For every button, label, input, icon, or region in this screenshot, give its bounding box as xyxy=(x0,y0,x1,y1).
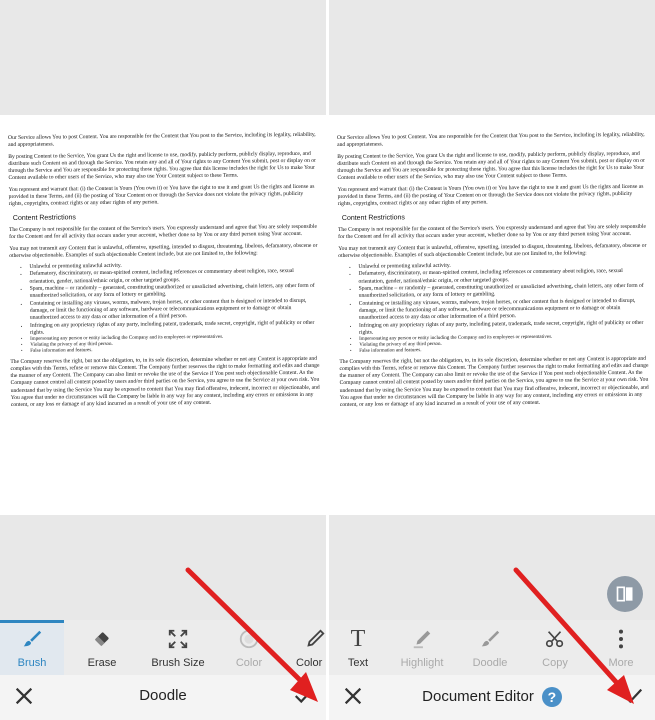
doc-list: Unlawful or promoting unlawful activity.… xyxy=(21,261,320,354)
tool-brush[interactable]: Brush xyxy=(0,620,64,675)
tool-label: Brush Size xyxy=(151,657,205,669)
document-page: Our Service allows You to post Content. … xyxy=(0,115,326,515)
page-title-row: Document Editor? xyxy=(329,687,655,707)
help-icon[interactable]: ? xyxy=(541,687,562,707)
tool-highlight[interactable]: Highlight xyxy=(387,620,457,675)
page-view-icon xyxy=(616,586,633,602)
doc-paragraph: The Company reserves the right, but not … xyxy=(339,355,649,409)
color-icon xyxy=(238,627,260,651)
list-item: Containing or installing any viruses, wo… xyxy=(359,297,649,322)
tool-label: Color xyxy=(235,657,263,669)
tool-brush-size[interactable]: Brush Size xyxy=(140,620,216,675)
tool-label: Erase xyxy=(87,657,117,669)
tool-label: Text xyxy=(347,657,369,669)
tool-erase[interactable]: Erase xyxy=(64,620,140,675)
document-page: Our Service allows You to post Content. … xyxy=(329,115,655,515)
document-text: Our Service allows You to post Content. … xyxy=(337,132,650,414)
doc-paragraph: You may not transmit any Content that is… xyxy=(338,242,647,259)
tool-label: Doodle xyxy=(472,657,508,669)
doc-paragraph: The Company is not responsible for the c… xyxy=(337,223,646,241)
highlight-icon xyxy=(411,627,433,651)
document-editor-panel: Our Service allows You to post Content. … xyxy=(329,0,655,720)
doodle-panel: Our Service allows You to post Content. … xyxy=(0,0,326,720)
tool-color[interactable]: Color xyxy=(216,620,282,675)
tool-label: Copy xyxy=(542,657,568,669)
page-view-button[interactable] xyxy=(607,576,643,612)
doc-paragraph: Our Service allows You to post Content. … xyxy=(337,131,645,149)
doc-paragraph: The Company reserves the right, but not … xyxy=(10,355,320,409)
color-picker-icon xyxy=(304,627,326,651)
page-title: Doodle xyxy=(139,687,187,704)
doc-paragraph: By posting Content to the Service, You g… xyxy=(8,150,316,182)
doc-paragraph: You represent and warrant that: (i) the … xyxy=(337,183,644,208)
more-vertical-icon xyxy=(610,627,632,651)
tool-more[interactable]: More xyxy=(587,620,655,675)
doodle-toolbar: Brush Erase Brush Size Color Color P xyxy=(0,620,326,675)
brush-icon xyxy=(21,627,43,651)
list-item: Containing or installing any viruses, wo… xyxy=(30,297,320,322)
brush-icon xyxy=(479,627,501,651)
tool-label: More xyxy=(608,657,634,669)
doc-paragraph: You represent and warrant that: (i) the … xyxy=(8,183,315,208)
tool-doodle[interactable]: Doodle xyxy=(457,620,523,675)
page-title: Document Editor xyxy=(422,687,534,705)
checkmark-icon[interactable] xyxy=(292,685,316,707)
doc-paragraph: Our Service allows You to post Content. … xyxy=(8,131,316,149)
eraser-icon xyxy=(91,627,113,651)
editor-bottom-bar: Document Editor? xyxy=(329,675,655,720)
tool-color-picker[interactable]: Color P xyxy=(282,620,326,675)
doc-list: Unlawful or promoting unlawful activity.… xyxy=(350,261,649,354)
doc-paragraph: You may not transmit any Content that is… xyxy=(9,242,318,259)
editor-toolbar: T Text Highlight Doodle Copy More xyxy=(329,620,655,675)
resize-icon xyxy=(167,627,189,651)
copy-icon xyxy=(544,627,566,651)
checkmark-icon[interactable] xyxy=(621,685,645,707)
tool-label: Color P xyxy=(296,657,326,669)
doc-heading: Content Restrictions xyxy=(341,213,405,222)
document-text: Our Service allows You to post Content. … xyxy=(8,132,321,414)
tool-text[interactable]: T Text xyxy=(329,620,387,675)
doc-paragraph: The Company is not responsible for the c… xyxy=(8,223,317,241)
text-icon: T xyxy=(350,625,366,652)
doc-paragraph: By posting Content to the Service, You g… xyxy=(337,150,645,182)
tool-copy[interactable]: Copy xyxy=(523,620,587,675)
tool-label: Highlight xyxy=(400,657,444,669)
tool-label: Brush xyxy=(17,657,47,669)
doc-heading: Content Restrictions xyxy=(12,213,76,222)
doodle-bottom-bar: Doodle xyxy=(0,675,326,720)
